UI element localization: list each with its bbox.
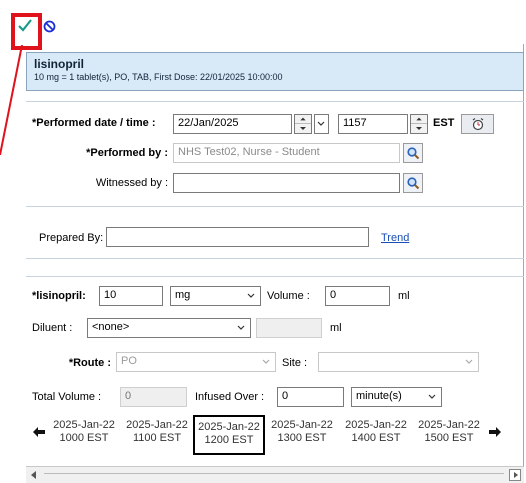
chevron-down-icon: [428, 394, 436, 399]
diluent-unit-label: ml: [330, 322, 342, 334]
performed-by-search-button[interactable]: [403, 143, 423, 163]
chevron-down-icon: [247, 293, 255, 298]
section-divider: [26, 206, 524, 207]
medication-name: lisinopril: [34, 57, 85, 71]
arrow-left-icon[interactable]: [32, 425, 46, 439]
total-volume-field[interactable]: 0: [120, 387, 187, 407]
dose-unit-select[interactable]: mg: [170, 286, 261, 306]
performed-by-label: *Performed by :: [86, 147, 168, 159]
timezone-label: EST: [433, 117, 455, 129]
diluent-value: <none>: [92, 321, 130, 333]
prepared-by-field[interactable]: [106, 227, 369, 247]
current-time-button[interactable]: [461, 114, 494, 134]
performed-datetime-label: *Performed date / time :: [32, 117, 156, 129]
performed-time-field[interactable]: 1157: [338, 114, 408, 134]
administration-timeline: 2025-Jan-22 1000 EST 2025-Jan-22 1100 ES…: [26, 415, 524, 455]
timeline-slot[interactable]: 2025-Jan-22 1300 EST: [266, 415, 338, 455]
total-volume-label: Total Volume :: [32, 391, 102, 403]
scroll-left-icon[interactable]: [28, 469, 40, 481]
performed-by-field[interactable]: NHS Test02, Nurse - Student: [173, 143, 400, 163]
route-select[interactable]: PO: [116, 352, 276, 372]
timeline-slot-selected[interactable]: 2025-Jan-22 1200 EST: [193, 415, 265, 455]
performed-date-field[interactable]: 22/Jan/2025: [173, 114, 292, 134]
diluent-volume-field[interactable]: [256, 318, 322, 338]
checkmark-icon[interactable]: [17, 17, 33, 33]
chevron-down-icon: [317, 121, 325, 126]
infused-unit-select[interactable]: minute(s): [351, 387, 442, 407]
infused-over-label: Infused Over :: [195, 391, 265, 403]
date-spinner[interactable]: [294, 114, 312, 134]
medication-header: lisinopril 10 mg = 1 tablet(s), PO, TAB,…: [26, 52, 524, 91]
arrow-right-icon[interactable]: [488, 425, 502, 439]
timeline-slot[interactable]: 2025-Jan-22 1100 EST: [121, 415, 193, 455]
chevron-down-icon: [465, 359, 473, 364]
search-icon: [407, 177, 420, 190]
section-divider: [26, 276, 524, 277]
chevron-down-icon: [237, 325, 245, 330]
witnessed-by-search-button[interactable]: [403, 173, 423, 193]
scroll-right-icon: [514, 472, 518, 478]
site-label: Site :: [282, 357, 308, 369]
witnessed-by-field[interactable]: [173, 173, 400, 193]
time-spinner[interactable]: [410, 114, 428, 134]
scroll-right-button[interactable]: [509, 469, 521, 481]
annotation-line: [0, 45, 23, 155]
section-divider: [26, 101, 524, 102]
search-icon: [407, 147, 420, 160]
chevron-down-icon: [262, 359, 270, 364]
route-label: *Route :: [68, 357, 111, 369]
witnessed-by-label: Witnessed by :: [95, 177, 168, 189]
diluent-select[interactable]: <none>: [87, 318, 251, 338]
prepared-by-label: Prepared By:: [39, 232, 104, 244]
timeline-slot[interactable]: 2025-Jan-22 1400 EST: [340, 415, 412, 455]
no-entry-icon[interactable]: [43, 20, 56, 33]
volume-label: Volume :: [267, 290, 310, 302]
site-select[interactable]: [318, 352, 479, 372]
horizontal-scrollbar[interactable]: [26, 466, 524, 483]
infused-over-field[interactable]: 0: [277, 387, 344, 407]
dose-label: *lisinopril:: [32, 290, 86, 302]
dose-amount-field[interactable]: 10: [99, 286, 163, 306]
dose-unit-value: mg: [175, 289, 191, 301]
timeline-slot[interactable]: 2025-Jan-22 1000 EST: [48, 415, 120, 455]
diluent-label: Diluent :: [32, 322, 73, 334]
medication-detail: 10 mg = 1 tablet(s), PO, TAB, First Dose…: [34, 72, 283, 82]
infused-unit-value: minute(s): [356, 390, 402, 402]
volume-unit-label: ml: [398, 290, 410, 302]
alarm-clock-icon: [472, 118, 484, 131]
trend-link[interactable]: Trend: [381, 232, 409, 244]
volume-field[interactable]: 0: [325, 286, 390, 306]
scrollbar-track[interactable]: [44, 473, 504, 474]
date-dropdown-button[interactable]: [314, 114, 329, 134]
timeline-slot[interactable]: 2025-Jan-22 1500 EST: [413, 415, 485, 455]
route-value: PO: [121, 355, 137, 367]
section-divider: [26, 258, 524, 259]
